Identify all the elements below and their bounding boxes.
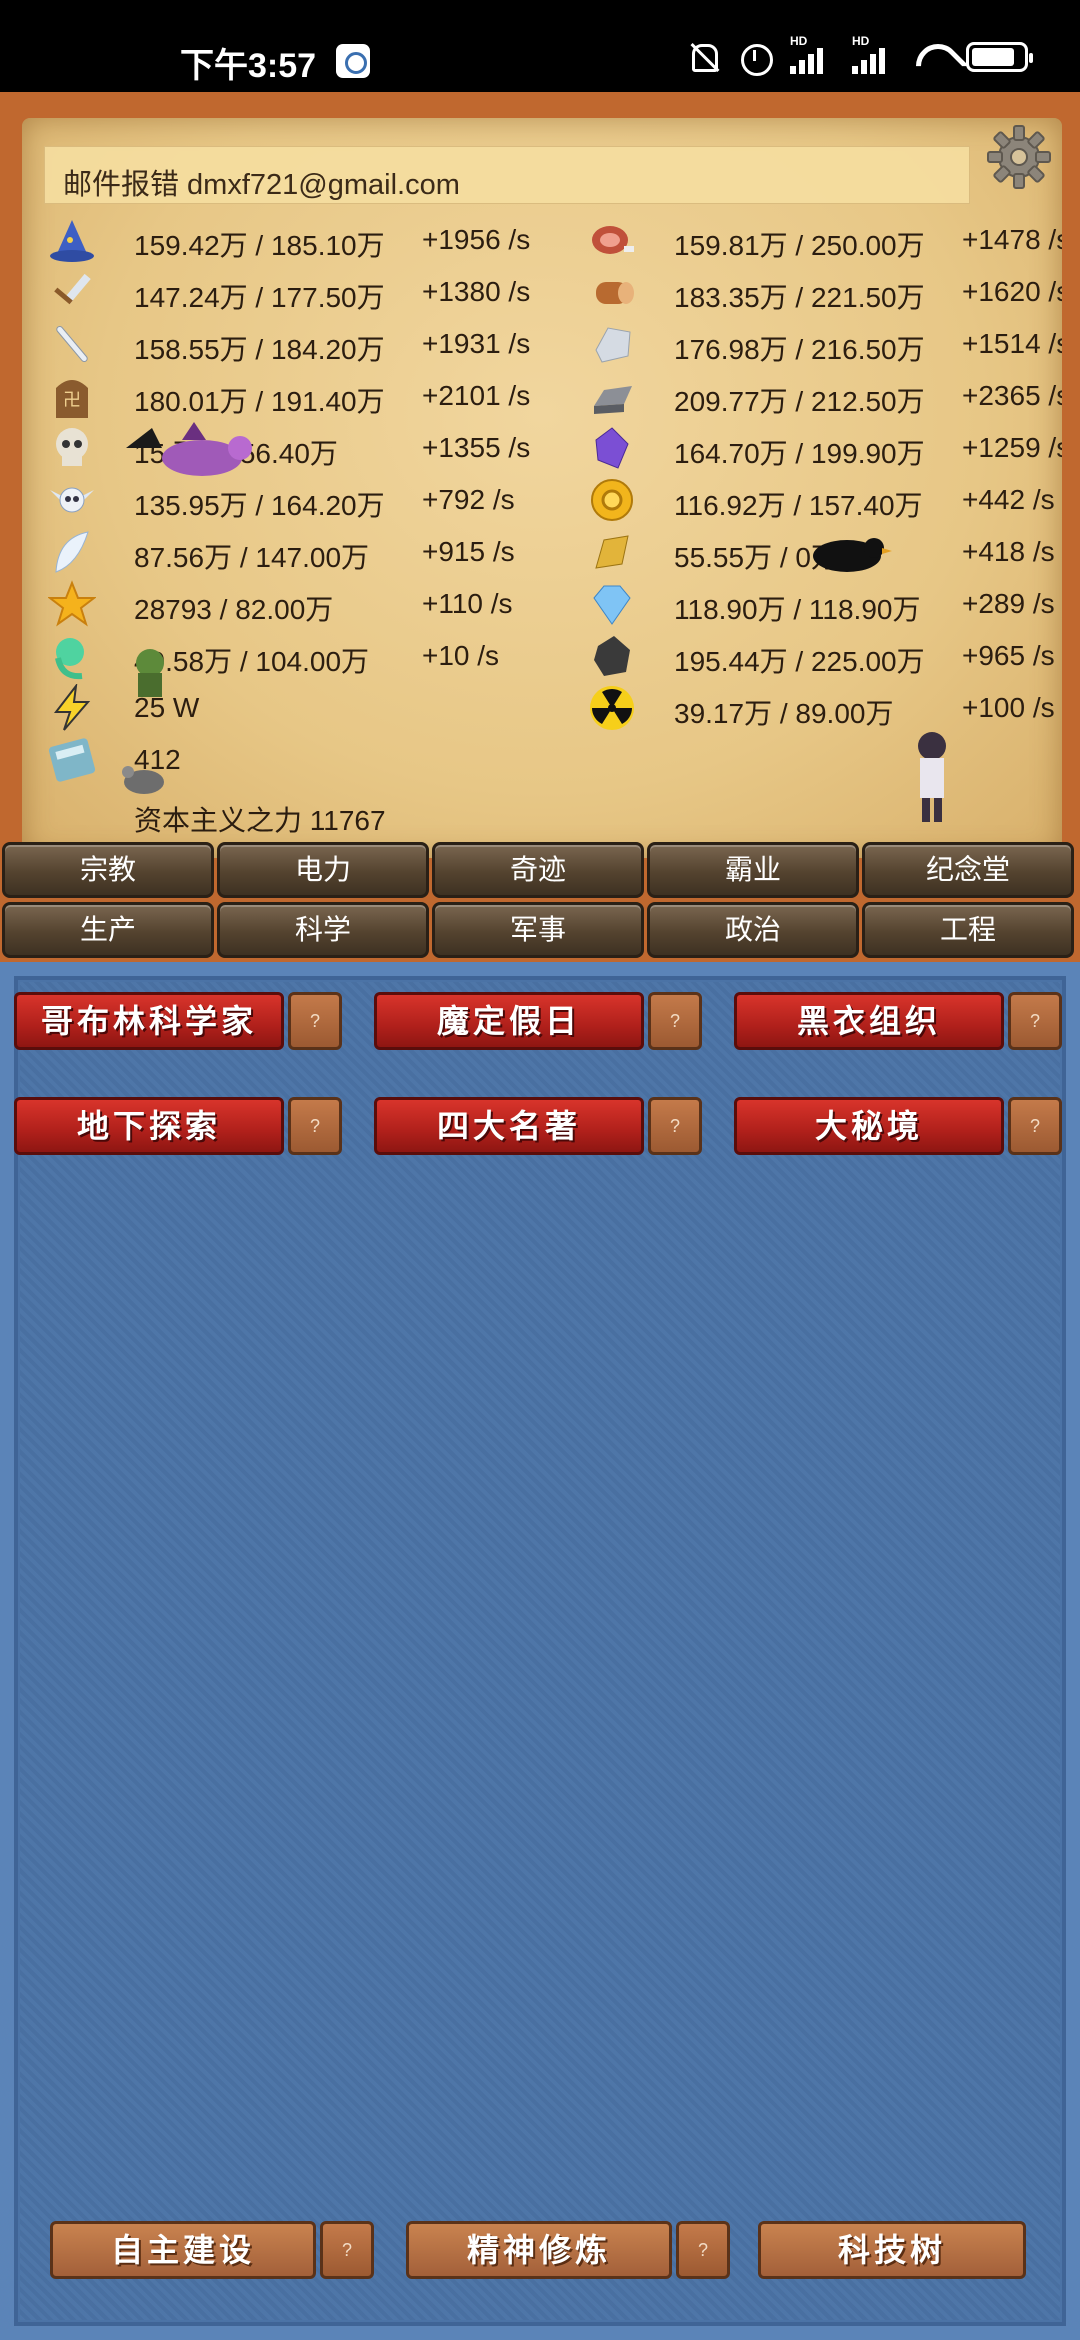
settings-gear-icon[interactable] (986, 124, 1052, 190)
email-bar: 邮件报错 dmxf721@gmail.com (44, 146, 970, 204)
lightning-icon (48, 684, 96, 732)
app-notification-icon (336, 44, 370, 78)
sword-icon (48, 268, 96, 316)
gold-coin-icon (588, 476, 636, 524)
stone-icon (588, 320, 636, 368)
tab-religion[interactable]: 宗教 (2, 842, 214, 898)
skull-icon (48, 424, 96, 472)
tab-electricity[interactable]: 电力 (217, 842, 429, 898)
signal-icon-2: HD (852, 34, 896, 74)
meat-icon (588, 216, 636, 264)
tab-military[interactable]: 军事 (432, 902, 644, 958)
men-in-black-help-button[interactable]: ? (1008, 992, 1062, 1050)
winged-skull-icon (48, 476, 96, 524)
underground-explore-button[interactable]: 地下探索 (14, 1097, 284, 1155)
status-bar: 下午3:57 HD HD (0, 0, 1080, 92)
goblin-sprite-icon (136, 649, 164, 697)
tab-memorial[interactable]: 纪念堂 (862, 842, 1074, 898)
iron-ingot-icon (588, 372, 636, 420)
clock-time: 下午3:57 (180, 47, 317, 85)
gold-bar-icon (588, 528, 636, 576)
spirit-cultivation-help-button[interactable]: ? (676, 2221, 730, 2279)
mute-icon (686, 40, 720, 74)
great-secret-realm-button[interactable]: 大秘境 (734, 1097, 1004, 1155)
purple-crystal-icon (588, 424, 636, 472)
battery-icon (966, 42, 1033, 72)
tech-tree-button[interactable]: 科技树 (758, 2221, 1026, 2279)
diamond-icon (588, 580, 636, 628)
rat-sprite-icon (122, 766, 164, 794)
goblin-scientist-help-button[interactable]: ? (288, 992, 342, 1050)
tab-production[interactable]: 生产 (2, 902, 214, 958)
demon-holiday-help-button[interactable]: ? (648, 992, 702, 1050)
svg-text:卍: 卍 (63, 390, 81, 410)
green-spirit-icon (48, 632, 96, 680)
wizard-hat-icon (48, 216, 96, 264)
capital-power-label: 资本主义之力 11767 (134, 805, 386, 836)
coal-icon (588, 632, 636, 680)
underground-explore-help-button[interactable]: ? (288, 1097, 342, 1155)
girl-sprite-icon (918, 732, 946, 822)
tab-hegemony[interactable]: 霸业 (647, 842, 859, 898)
tab-politics[interactable]: 政治 (647, 902, 859, 958)
radiation-icon (588, 684, 636, 732)
goblin-scientist-button[interactable]: 哥布林科学家 (14, 992, 284, 1050)
men-in-black-button[interactable]: 黑衣组织 (734, 992, 1004, 1050)
tombstone-icon: 卍 (48, 372, 96, 420)
wood-icon (588, 268, 636, 316)
report-email: 邮件报错 dmxf721@gmail.com (63, 169, 460, 201)
status-icons: HD HD (686, 34, 1033, 76)
four-classics-button[interactable]: 四大名著 (374, 1097, 644, 1155)
feather-icon (48, 528, 96, 576)
calculator-icon (48, 736, 96, 784)
wifi-icon (914, 40, 948, 74)
resource-panel: 邮件报错 dmxf721@gmail.com 卍 159.42万 / 185.1… (22, 118, 1062, 858)
content-panel (0, 962, 1080, 2340)
demon-holiday-button[interactable]: 魔定假日 (374, 992, 644, 1050)
star-icon (48, 580, 96, 628)
tab-science[interactable]: 科学 (217, 902, 429, 958)
self-build-button[interactable]: 自主建设 (50, 2221, 316, 2279)
tab-engineering[interactable]: 工程 (862, 902, 1074, 958)
signal-icon-1: HD (790, 34, 834, 74)
tab-wonders[interactable]: 奇迹 (432, 842, 644, 898)
great-secret-realm-help-button[interactable]: ? (1008, 1097, 1062, 1155)
dragon-sprite-icon (126, 422, 252, 476)
wand-icon (48, 320, 96, 368)
crow-sprite-icon (813, 538, 892, 572)
spirit-cultivation-button[interactable]: 精神修炼 (406, 2221, 672, 2279)
alarm-icon (738, 40, 773, 76)
self-build-help-button[interactable]: ? (320, 2221, 374, 2279)
four-classics-help-button[interactable]: ? (648, 1097, 702, 1155)
